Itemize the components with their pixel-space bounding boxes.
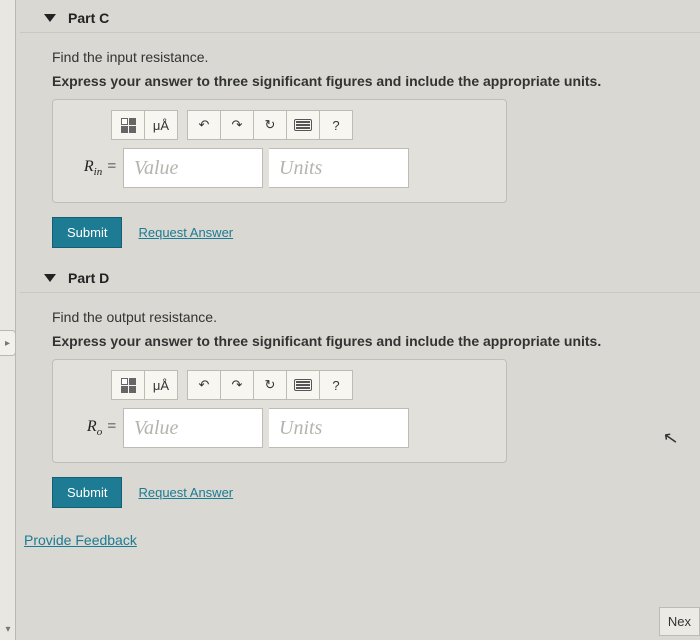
variable-label: Rin = [75, 158, 117, 178]
units-input[interactable]: Units [269, 148, 409, 188]
undo-icon: ↶ [199, 117, 210, 133]
symbols-button[interactable]: μÅ [144, 370, 178, 400]
collapse-icon [44, 14, 56, 22]
prompt-text: Find the output resistance. [52, 309, 684, 325]
value-input[interactable]: Value [123, 408, 263, 448]
templates-button[interactable] [111, 370, 145, 400]
reset-button[interactable]: ↻ [253, 110, 287, 140]
help-label: ? [332, 378, 339, 393]
redo-button[interactable]: ↷ [220, 370, 254, 400]
instruction-text: Express your answer to three significant… [52, 73, 684, 89]
instruction-text: Express your answer to three significant… [52, 333, 684, 349]
scroll-down-icon[interactable]: ▾ [1, 622, 15, 636]
variable-label: Ro = [75, 418, 117, 438]
keyboard-button[interactable] [286, 110, 320, 140]
keyboard-icon [294, 119, 312, 131]
undo-button[interactable]: ↶ [187, 370, 221, 400]
keyboard-icon [294, 379, 312, 391]
symbols-label: μÅ [153, 118, 169, 133]
reset-icon: ↻ [265, 117, 276, 133]
help-button[interactable]: ? [319, 110, 353, 140]
collapse-icon [44, 274, 56, 282]
reset-icon: ↻ [265, 377, 276, 393]
keyboard-button[interactable] [286, 370, 320, 400]
templates-button[interactable] [111, 110, 145, 140]
answer-box: μÅ ↶ ↷ ↻ ? Rin = Value Units [52, 99, 507, 203]
symbols-label: μÅ [153, 378, 169, 393]
answer-box: μÅ ↶ ↷ ↻ ? Ro = Value Units [52, 359, 507, 463]
request-answer-link[interactable]: Request Answer [138, 225, 233, 240]
submit-button[interactable]: Submit [52, 477, 122, 508]
part-title: Part D [68, 270, 109, 286]
redo-icon: ↷ [232, 377, 243, 393]
expand-tab[interactable]: ▸ [0, 330, 16, 356]
submit-button[interactable]: Submit [52, 217, 122, 248]
symbols-button[interactable]: μÅ [144, 110, 178, 140]
undo-icon: ↶ [199, 377, 210, 393]
cursor-icon: ↖ [661, 427, 680, 450]
part-title: Part C [68, 10, 109, 26]
part-C-header[interactable]: Part C [20, 0, 700, 33]
template-grid-icon [121, 118, 136, 133]
reset-button[interactable]: ↻ [253, 370, 287, 400]
undo-button[interactable]: ↶ [187, 110, 221, 140]
part-D-header[interactable]: Part D [20, 260, 700, 293]
value-input[interactable]: Value [123, 148, 263, 188]
next-button[interactable]: Nex [659, 607, 700, 636]
request-answer-link[interactable]: Request Answer [138, 485, 233, 500]
template-grid-icon [121, 378, 136, 393]
prompt-text: Find the input resistance. [52, 49, 684, 65]
provide-feedback-link[interactable]: Provide Feedback [24, 532, 137, 548]
redo-button[interactable]: ↷ [220, 110, 254, 140]
help-label: ? [332, 118, 339, 133]
units-input[interactable]: Units [269, 408, 409, 448]
redo-icon: ↷ [232, 117, 243, 133]
help-button[interactable]: ? [319, 370, 353, 400]
